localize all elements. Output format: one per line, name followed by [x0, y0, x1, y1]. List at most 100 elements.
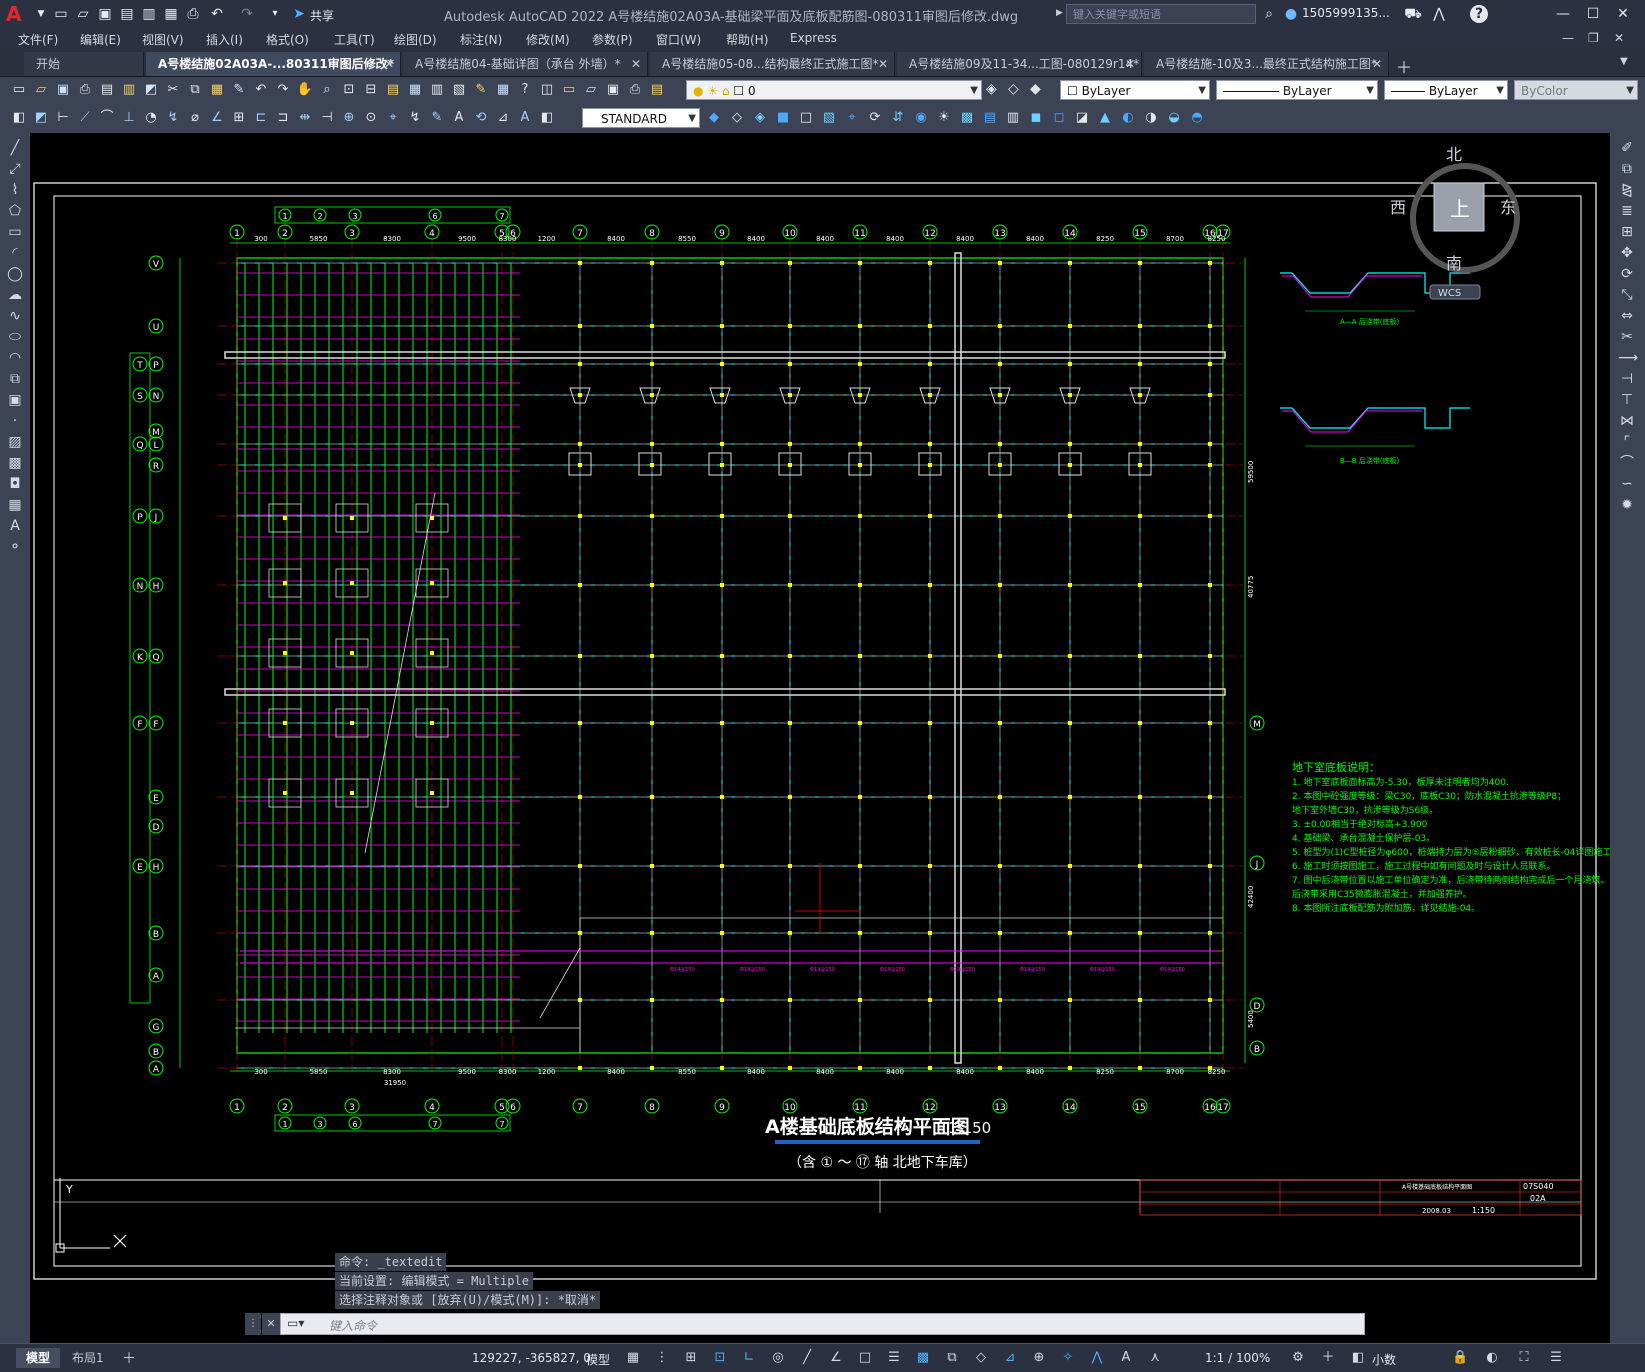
match-properties-icon[interactable]: ✎ [230, 81, 248, 99]
aligned-dim-icon[interactable]: ⟋ [76, 109, 94, 127]
save-web-icon[interactable]: ▦ [162, 5, 180, 23]
viewcube-east[interactable]: 东 [1500, 198, 1516, 217]
infer-constraints-icon[interactable]: ⊞ [683, 1350, 699, 1366]
layer-properties-icon[interactable]: ◫ [538, 81, 556, 99]
viewcube-north[interactable]: 北 [1446, 145, 1462, 164]
menu-parametric[interactable]: 参数(P) [592, 31, 633, 48]
object-snap-tracking-icon[interactable]: ∠ [828, 1350, 844, 1366]
plot-icon[interactable]: ⎙ [626, 81, 644, 99]
layer-match-icon[interactable]: ◇ [1008, 81, 1026, 99]
open-web-icon[interactable]: ▥ [140, 5, 158, 23]
ucs-icon[interactable]: ⌖ [843, 109, 861, 127]
add-selected-icon[interactable]: ⚬ [6, 538, 24, 556]
rectangle-icon[interactable]: ▭ [6, 223, 24, 241]
edit-text-icon[interactable]: A [450, 109, 468, 127]
tab-drawing-05[interactable]: A号楼结施05-08...结构最终正式施工图* ✕ [650, 52, 895, 76]
break-at-point-icon[interactable]: ⊣ [1618, 370, 1636, 388]
viewcube-south[interactable]: 南 [1446, 254, 1462, 273]
grid-icon[interactable]: ▦ [625, 1350, 641, 1366]
dynamic-input-icon[interactable]: ⊡ [712, 1350, 728, 1366]
redo-icon[interactable]: ↷ [238, 5, 256, 23]
tab-close-icon[interactable]: ✕ [878, 52, 888, 76]
sweep-icon[interactable]: ◑ [1142, 109, 1160, 127]
save-as-icon[interactable]: ▤ [118, 5, 136, 23]
command-close-icon[interactable]: ✕ [262, 1313, 280, 1335]
polyline-icon[interactable]: ⌇ [6, 181, 24, 199]
table-icon[interactable]: ▦ [6, 496, 24, 514]
sheet-set-icon[interactable]: ▧ [450, 81, 468, 99]
revolve-icon[interactable]: ◐ [1119, 109, 1137, 127]
minimize-icon[interactable]: — [1550, 4, 1576, 24]
revcloud-icon[interactable]: ☁ [6, 286, 24, 304]
update-icon[interactable]: ⟲ [472, 109, 490, 127]
ui-lock-icon[interactable]: 🔒 [1452, 1350, 1468, 1366]
app-menu-chevron-icon[interactable]: ▼ [32, 5, 50, 23]
zoom-previous-icon[interactable]: ⊟ [362, 81, 380, 99]
layer-dropdown[interactable]: ● ☀ ⌂ ☐ 0 ▼ [686, 80, 982, 100]
flatshot-icon[interactable]: ▥ [1004, 109, 1022, 127]
ordinate-icon[interactable]: ⊥ [120, 109, 138, 127]
menu-window[interactable]: 窗口(W) [656, 31, 701, 48]
tool-palettes-icon[interactable]: ▥ [428, 81, 446, 99]
isolate-objects-icon[interactable]: ◧ [1350, 1350, 1366, 1366]
plot-icon[interactable]: ⎙ [184, 5, 202, 23]
menu-view[interactable]: 视图(V) [142, 31, 184, 48]
isodraft-icon[interactable]: ╱ [799, 1350, 815, 1366]
mirror-icon[interactable]: ⧎ [1618, 181, 1636, 199]
offset-icon[interactable]: ≣ [1618, 202, 1636, 220]
workspace-gear-icon[interactable]: ⚙ [1290, 1350, 1306, 1366]
copy-icon[interactable]: ⧉ [1618, 160, 1636, 178]
tab-drawing-09[interactable]: A号楼结施09及11-34...工图-080129r14* ✕ [897, 52, 1142, 76]
center-mark-icon[interactable]: ⊙ [362, 109, 380, 127]
section-icon[interactable]: ▤ [981, 109, 999, 127]
hardware-accel-icon[interactable]: ◐ [1484, 1350, 1500, 1366]
erase-icon[interactable]: ✐ [1618, 139, 1636, 157]
zoom-realtime-icon[interactable]: ⌕ [318, 81, 336, 99]
add-layout-plus-icon[interactable]: ＋ [122, 1348, 136, 1368]
layer-previous-icon[interactable]: ◈ [986, 81, 1004, 99]
menu-tools[interactable]: 工具(T) [334, 31, 375, 48]
menu-dimension[interactable]: 标注(N) [460, 31, 502, 48]
save-icon[interactable]: ▣ [604, 81, 622, 99]
visual-style-icon[interactable]: ◇ [728, 109, 746, 127]
annotation-visibility-icon[interactable]: ⋀ [1089, 1350, 1105, 1366]
baseline-icon[interactable]: ⊏ [252, 109, 270, 127]
loft-icon[interactable]: ◒ [1165, 109, 1183, 127]
zoom-window-icon[interactable]: ⊡ [340, 81, 358, 99]
preview-icon[interactable]: ▤ [98, 81, 116, 99]
linear-dim-icon[interactable]: ⊢ [54, 109, 72, 127]
jogged-linear-icon[interactable]: ↯ [406, 109, 424, 127]
polar-icon[interactable]: ◎ [770, 1350, 786, 1366]
mtext-icon[interactable]: A [6, 517, 24, 535]
search-icon[interactable]: ⌕ [1260, 5, 1278, 23]
doc-minimize-icon[interactable]: — [1562, 31, 1574, 45]
spline-icon[interactable]: ∿ [6, 307, 24, 325]
stretch-icon[interactable]: ⇔ [1618, 307, 1636, 325]
help-icon[interactable]: ? [516, 81, 534, 99]
scale-icon[interactable]: ⤡ [1618, 286, 1636, 304]
layer-iso-icon[interactable]: ◩ [32, 109, 50, 127]
tab-current-drawing[interactable]: A号楼结施02A03A-...80311审图后修改* ✕ [146, 52, 401, 76]
object-snap-icon[interactable]: □ [857, 1350, 873, 1366]
selection-filter-icon[interactable]: ⊕ [1031, 1350, 1047, 1366]
undo-icon[interactable]: ↶ [252, 81, 270, 99]
autocad-logo-icon[interactable]: A [6, 3, 28, 25]
intersect-icon[interactable]: ◪ [1073, 109, 1091, 127]
diameter-icon[interactable]: ⌀ [186, 109, 204, 127]
menu-edit[interactable]: 编辑(E) [80, 31, 121, 48]
mesh-icon[interactable]: ▧ [820, 109, 838, 127]
continue-icon[interactable]: ⊐ [274, 109, 292, 127]
transparency-icon[interactable]: ▩ [915, 1350, 931, 1366]
break-icon[interactable]: ⊤ [1618, 391, 1636, 409]
selection-cycling-icon[interactable]: ⧉ [944, 1350, 960, 1366]
plot-icon[interactable]: ⎙ [76, 81, 94, 99]
annotation-monitor-icon[interactable]: ⋏ [1147, 1350, 1163, 1366]
walk-icon[interactable]: ⇵ [889, 109, 907, 127]
layer-walk-icon[interactable]: ◧ [538, 109, 556, 127]
ellipse-arc-icon[interactable]: ◠ [6, 349, 24, 367]
open-folder-icon[interactable]: ▱ [74, 5, 92, 23]
layer-states-icon[interactable]: ◆ [1030, 81, 1048, 99]
search-input[interactable]: 键入关键字或短语 [1066, 4, 1256, 24]
view-icon[interactable]: ◆ [705, 109, 723, 127]
tab-drawing-10[interactable]: A号楼结施-10及3...最终正式结构施工图* ✕ [1144, 52, 1389, 76]
